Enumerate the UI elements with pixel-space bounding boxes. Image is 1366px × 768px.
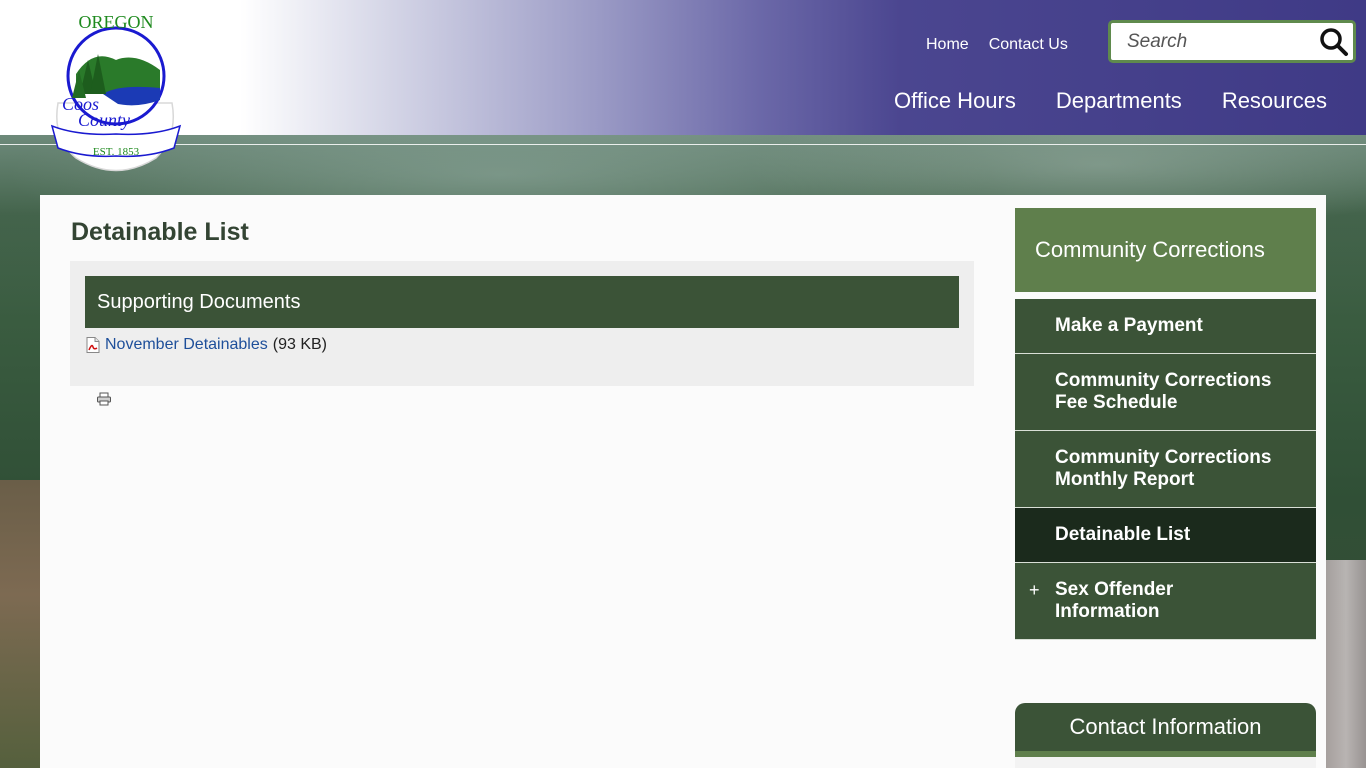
sidebar-item-label: Make a Payment — [1055, 315, 1203, 336]
pdf-icon — [86, 337, 100, 353]
nav-resources[interactable]: Resources — [1202, 87, 1347, 115]
header-divider — [0, 144, 1366, 145]
main-nav: Office Hours Departments Resources — [874, 87, 1347, 115]
background-field — [0, 480, 40, 768]
sidebar-item-label: Sex Offender Information — [1055, 579, 1174, 622]
sidebar-item-fee-schedule[interactable]: Community Corrections Fee Schedule — [1015, 354, 1316, 431]
logo-established-text: EST. 1853 — [93, 146, 140, 158]
sidebar-item-label: Community Corrections Monthly Report — [1055, 447, 1272, 490]
search-button[interactable] — [1317, 26, 1351, 58]
background-shore — [1326, 560, 1366, 768]
sidebar-item-detainable-list[interactable]: Detainable List — [1015, 508, 1316, 563]
sidebar-item-make-payment[interactable]: Make a Payment — [1015, 299, 1316, 354]
logo-oregon-text: OREGON — [79, 12, 154, 32]
sidebar-heading[interactable]: Community Corrections — [1015, 208, 1316, 292]
printer-icon[interactable] — [96, 392, 112, 406]
sidebar-item-label: Community Corrections Fee Schedule — [1055, 370, 1272, 413]
contact-information-heading: Contact Information — [1015, 703, 1316, 753]
document-row: November Detainables (93 KB) — [86, 334, 327, 356]
logo-name-line2: County — [78, 110, 130, 130]
nav-departments[interactable]: Departments — [1036, 87, 1202, 115]
documents-header: Supporting Documents — [85, 276, 959, 328]
page-title: Detainable List — [71, 218, 249, 246]
document-size: (93 KB) — [272, 336, 327, 353]
coos-county-logo[interactable]: OREGON Coos County EST. 1853 — [48, 8, 184, 176]
sidebar-item-monthly-report[interactable]: Community Corrections Monthly Report — [1015, 431, 1316, 508]
contact-us-link[interactable]: Contact Us — [979, 35, 1078, 55]
contact-body — [1015, 757, 1316, 768]
search-icon — [1320, 28, 1348, 56]
sidebar-item-label: Detainable List — [1055, 524, 1191, 545]
utility-nav: Home Contact Us — [916, 35, 1078, 55]
sidebar-item-sex-offender-info[interactable]: + Sex Offender Information — [1015, 563, 1316, 640]
document-link[interactable]: November Detainables — [105, 336, 268, 354]
search-box — [1108, 20, 1356, 63]
sidebar-menu: Make a Payment Community Corrections Fee… — [1015, 299, 1316, 640]
expand-plus-icon[interactable]: + — [1029, 579, 1040, 601]
nav-office-hours[interactable]: Office Hours — [874, 87, 1036, 115]
home-link[interactable]: Home — [916, 35, 979, 55]
search-input[interactable] — [1127, 31, 1307, 53]
